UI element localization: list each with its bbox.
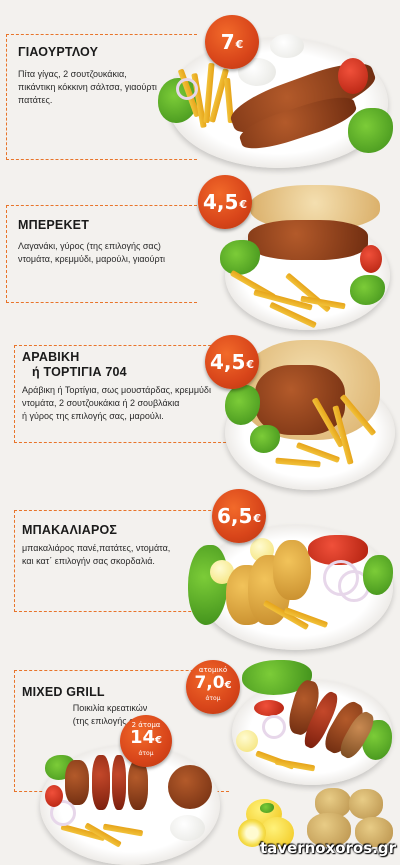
item-title: ΓΙΑΟΥΡΤΛΟΥ (18, 45, 99, 59)
menu-item-aravikh: ΑΡΑΒΙΚΗ ή ΤΟΡΤΙΓΙΑ 704 Αράβικη ή Τορτίγι… (0, 330, 400, 500)
price-single-note: άτομ (205, 695, 221, 702)
item-description: Αράβικη ή Τορτίγια, σως μουστάρδας, κρεμ… (22, 385, 211, 421)
currency-symbol: € (224, 680, 232, 691)
price-badge-single: ατομικό 7,0€ άτομ (186, 660, 240, 714)
price-value: 7 (220, 30, 235, 54)
price-badge: 4,5 € (198, 175, 252, 229)
currency-symbol: € (235, 37, 244, 51)
price-badge: 6,5 € (212, 489, 266, 543)
dish-image (158, 28, 398, 168)
item-title: ΑΡΑΒΙΚΗ ή ΤΟΡΤΙΓΙΑ 704 (22, 350, 127, 379)
currency-symbol: € (246, 357, 255, 371)
dish-image-single (232, 660, 397, 785)
currency-symbol: € (155, 735, 163, 746)
currency-symbol: € (253, 511, 262, 525)
menu-item-bereket: ΜΠΕΡΕΚΕΤ Λαγανάκι, γύρος (της επιλογής σ… (0, 170, 400, 340)
price-badge-double: 2 άτομα 14€ άτομ (120, 715, 172, 767)
item-title: ΜΠΑΚΑΛΙΑΡΟΣ (22, 523, 118, 537)
currency-symbol: € (239, 197, 248, 211)
item-description: Λαγανάκι, γύρος (της επιλογής σας) ντομά… (18, 241, 166, 264)
item-title: MIXED GRILL (22, 685, 105, 699)
menu-item-giaourtlou: ΓΙΑΟΥΡΤΛΟΥ Πίτα γίγας, 2 σουτζουκάκια, π… (0, 0, 400, 170)
menu-item-mpakaliaros: ΜΠΑΚΑΛΙΑΡΟΣ μπακαλιάρος πανέ,πατάτες, ντ… (0, 485, 400, 655)
price-badge: 7 € (205, 15, 259, 69)
price-value: 4,5 (202, 190, 239, 214)
dish-image (188, 520, 398, 650)
watermark: tavernoxoros.gr (259, 839, 396, 857)
price-value: 6,5 (216, 504, 253, 528)
menu-item-mixed-grill: MIXED GRILL Ποικιλία κρεατικών (της επιλ… (0, 655, 400, 865)
price-value: 4,5 (209, 350, 246, 374)
price-double-value: 14 (129, 727, 156, 748)
price-double-note: άτομ (138, 750, 154, 757)
price-single-value: 7,0 (194, 673, 225, 693)
item-title: ΜΠΕΡΕΚΕΤ (18, 218, 90, 232)
price-badge: 4,5 € (205, 335, 259, 389)
